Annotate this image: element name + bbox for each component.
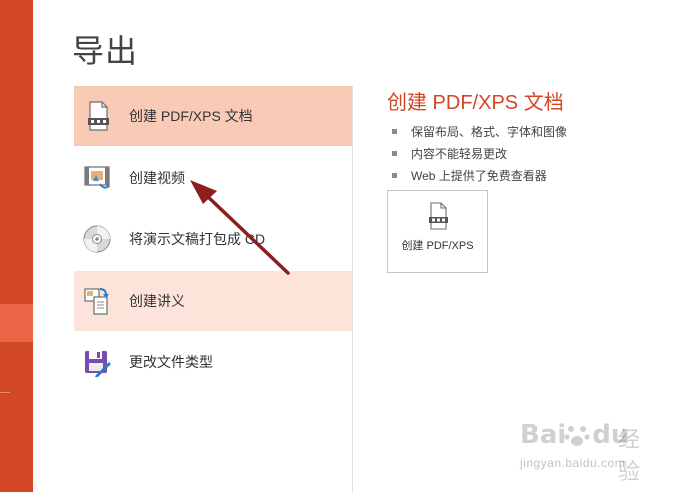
paw-icon [564,426,590,446]
export-option-package-cd[interactable]: 将演示文稿打包成 CD [74,209,352,269]
bullet-item: 保留布局、格式、字体和图像 [387,121,657,143]
page-title: 导出 [72,33,139,69]
export-option-pdf-xps[interactable]: 创建 PDF/XPS 文档 [74,86,352,146]
video-icon [84,165,110,189]
panel-divider [352,86,353,492]
detail-panel: 创建 PDF/XPS 文档 保留布局、格式、字体和图像 内容不能轻易更改 Web… [387,86,657,187]
watermark-text: 经验 [618,427,641,484]
watermark-url: jingyan.baidu.com [520,456,626,470]
export-option-video[interactable]: 创建视频 [74,148,352,208]
export-options-list: 创建 PDF/XPS 文档 创建视频 将演示文稿打包成 CD 创建讲义 更改文件… [74,86,352,394]
detail-bullets: 保留布局、格式、字体和图像 内容不能轻易更改 Web 上提供了免费查看器 [387,121,657,187]
sidebar-divider [0,392,10,393]
pdf-doc-icon [88,101,109,131]
pdf-doc-icon [429,202,448,230]
save-filetype-icon [85,351,111,377]
export-option-handout[interactable]: 创建讲义 [74,270,352,331]
handout-icon [84,287,109,315]
export-option-label: 将演示文稿打包成 CD [129,231,266,247]
bullet-item: Web 上提供了免费查看器 [387,165,657,187]
detail-title: 创建 PDF/XPS 文档 [387,92,564,114]
export-option-label: 创建 PDF/XPS 文档 [129,108,253,124]
cd-icon [83,225,111,253]
bullet-item: 内容不能轻易更改 [387,143,657,165]
baidu-watermark: Bai du 经验 jingyan.baidu.com [520,420,660,484]
export-option-label: 创建视频 [129,169,185,186]
create-pdf-xps-label: 创建 PDF/XPS [401,240,474,252]
sidebar-item-export[interactable] [0,304,33,342]
backstage-sidebar [0,0,33,492]
export-option-label: 更改文件类型 [129,354,213,370]
export-option-label: 创建讲义 [129,292,185,309]
export-option-change-filetype[interactable]: 更改文件类型 [74,332,352,392]
create-pdf-xps-button[interactable]: 创建 PDF/XPS [387,190,488,273]
